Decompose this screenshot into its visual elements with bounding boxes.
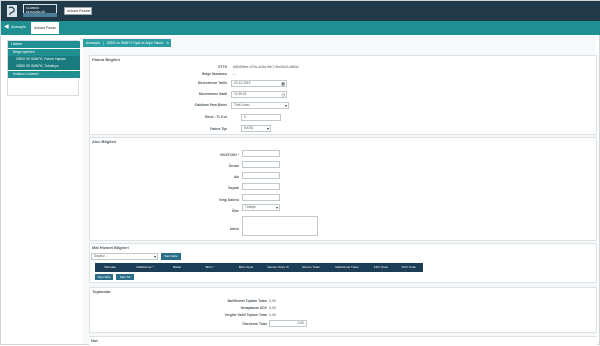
- clock-icon[interactable]: ◷: [282, 92, 286, 97]
- para-birimi-select[interactable]: Türk Lirası ▾: [231, 102, 289, 109]
- duzenleme-saati-label: Düzenlenme Saati: [198, 92, 227, 96]
- invoice-panel: Fatura Bilgileri: [89, 55, 597, 135]
- vkn-label: VKN/TCKN *: [219, 153, 239, 157]
- total-mal-value: 0,00: [269, 299, 276, 303]
- buyer-panel: Alıcı Bilgileri: [89, 137, 597, 241]
- total-odenecek-label: Ödenecek Tutar: [242, 322, 267, 326]
- main-tab-part1: Anasayfa: [86, 41, 100, 45]
- back-button[interactable]: ◀: [4, 24, 10, 32]
- vergi-dairesi-input[interactable]: [242, 194, 280, 201]
- sidebar-item-tutulduyu[interactable]: GİBSİ VE SMM'Yİ, Tutulduyu: [8, 63, 80, 70]
- adi-label: Adı: [233, 175, 239, 179]
- sidebar-item-fatura[interactable]: GİBSİ VE SMM'Yİ, Fatura Yapılan: [8, 56, 80, 63]
- total-kdv-label: Hesaplanan KDV: [240, 306, 267, 310]
- duzenleme-tarihi-label: Düzenlenme Tarihi: [197, 81, 227, 85]
- th-birim: Birim *: [205, 265, 215, 269]
- belge-no-label: Belge Numarası: [202, 72, 227, 76]
- main-tab-part2: GİBSİ ve SMM'Yİ Fiyat ve Arşiv Fatura: [106, 41, 164, 45]
- th-birim-fiyat: Birim Fiyat: [238, 265, 254, 269]
- sidebar-item-kullanici[interactable]: Kullanıcı Listesini: [8, 71, 80, 78]
- ettn-label: ETTN: [218, 65, 227, 69]
- vergi-dairesi-label: Vergi Dairesi: [219, 198, 239, 202]
- tab-home[interactable]: Anasayfa: [11, 24, 31, 31]
- doviz-value: 0: [244, 115, 246, 119]
- para-birimi-label: Dakikam Para Birimi: [195, 103, 227, 107]
- goods-table-header: Sil/sırala Mal/Hizmet * Miktar Birim * B…: [95, 263, 423, 272]
- fatura-tipi-label: Fatura Tipi: [210, 127, 227, 131]
- th-kdv-tutari: KDV Tutarı: [401, 265, 417, 269]
- para-birimi-value: Türk Lirası: [234, 103, 250, 107]
- duzenleme-saati-value: 11:35:31: [234, 92, 247, 96]
- goods-select[interactable]: Seçiniz... ▾: [91, 253, 158, 260]
- main-tab[interactable]: Anasayfa | GİBSİ ve SMM'Yİ Fiyat ve Arşiv …: [83, 39, 171, 47]
- chevron-down-icon: ▾: [153, 254, 156, 259]
- chevron-down-icon: ▾: [88, 9, 90, 13]
- company-select-value: Ankara Pazarı: [67, 9, 90, 13]
- unvan-input[interactable]: [242, 161, 280, 168]
- th-mal: Mal/Hizmet *: [136, 265, 154, 269]
- th-mal-tutari: Mal/Hizmet Tutarı: [335, 265, 359, 269]
- th-miktar: Miktar: [172, 265, 182, 269]
- invoice-title: Fatura Bilgileri: [92, 57, 121, 62]
- adres-label: Adres: [229, 227, 239, 231]
- totals-title: Toplamlar: [92, 289, 111, 294]
- chevron-down-icon: ▾: [284, 103, 287, 108]
- logo-icon: [7, 5, 17, 17]
- calendar-icon[interactable]: ▦: [281, 81, 285, 86]
- notes-title: Not: [91, 338, 98, 343]
- th-iskonto-orani: İskonto Oranı %: [267, 265, 289, 269]
- add-row-button[interactable]: Satır Ekle: [95, 274, 113, 280]
- total-mal-label: Mal/Hizmet Toplam Tutarı: [227, 299, 267, 303]
- close-icon[interactable]: ✕: [166, 39, 169, 47]
- ulke-label: Ülke: [232, 209, 239, 213]
- total-odenecek-value: 0,00: [297, 321, 304, 325]
- totals-panel: Toplamlar: [89, 287, 597, 333]
- buyer-title: Alıcı Bilgileri: [92, 139, 117, 144]
- adres-textarea[interactable]: [242, 216, 318, 236]
- sidebar: Listeler Belge İşlemleri GİBSİ VE SMM'Yİ…: [7, 40, 80, 96]
- chevron-down-icon: ▾: [275, 205, 278, 210]
- brand-sub-bar: [23, 13, 57, 17]
- sidebar-item-belge[interactable]: Belge İşlemleri: [8, 49, 80, 56]
- duzenleme-saati-input[interactable]: 11:35:31 ◷: [231, 91, 287, 98]
- goods-title: Mal Hizmet Bilgileri: [92, 245, 129, 250]
- soyadi-label: Soyadı: [228, 186, 239, 190]
- th-kdv-orani: KDV Oranı: [373, 265, 389, 269]
- total-kdv-value: 0,00: [269, 306, 276, 310]
- adi-input[interactable]: [242, 172, 280, 179]
- app-window: GÜMRÜK MÜŞAVİRLİĞİ Ankara Pazarı ▾ ◀ Ana…: [0, 0, 600, 346]
- delete-row-button[interactable]: Satır Sil: [116, 274, 134, 280]
- belge-no-value: ---: [233, 72, 237, 76]
- chevron-down-icon: ▾: [266, 126, 269, 131]
- doviz-label: Döviz - TL Kur: [204, 115, 227, 119]
- company-select[interactable]: Ankara Pazarı ▾: [64, 7, 92, 15]
- th-iskonto-tutari: İskonto Tutarı: [301, 265, 321, 269]
- goods-select-value: Seçiniz...: [94, 254, 108, 258]
- tab-active[interactable]: Ankara Pazarı: [31, 22, 59, 34]
- fatura-tipi-value: SATIŞ: [244, 126, 254, 130]
- ettn-value: b80d06ee-07bc-4c5a-9fe7-9ee0b21c660d: [233, 65, 299, 69]
- tabs-bar: [1, 21, 600, 35]
- total-vergi-label: Vergiler Dahil Toplam Tutar: [224, 313, 267, 317]
- fatura-tipi-select[interactable]: SATIŞ ▾: [241, 125, 271, 132]
- ulke-value: Türkiye: [245, 205, 256, 209]
- duzenleme-tarihi-value: 20.12.2019: [234, 81, 251, 85]
- sidebar-header: Listeler: [8, 41, 80, 48]
- unvan-label: Ünvan: [228, 164, 239, 168]
- vkn-input[interactable]: [242, 150, 280, 157]
- total-vergi-value: 0,00: [269, 313, 276, 317]
- th-sil: Sil/sırala: [104, 265, 116, 269]
- total-odenecek-input[interactable]: 0,00: [269, 320, 307, 327]
- ulke-select[interactable]: Türkiye ▾: [242, 204, 280, 211]
- soyadi-input[interactable]: [242, 183, 280, 190]
- doviz-input[interactable]: 0: [241, 114, 281, 121]
- add-row-button-top[interactable]: Satır Ekle: [161, 253, 181, 260]
- duzenleme-tarihi-input[interactable]: 20.12.2019 ▦: [231, 80, 287, 87]
